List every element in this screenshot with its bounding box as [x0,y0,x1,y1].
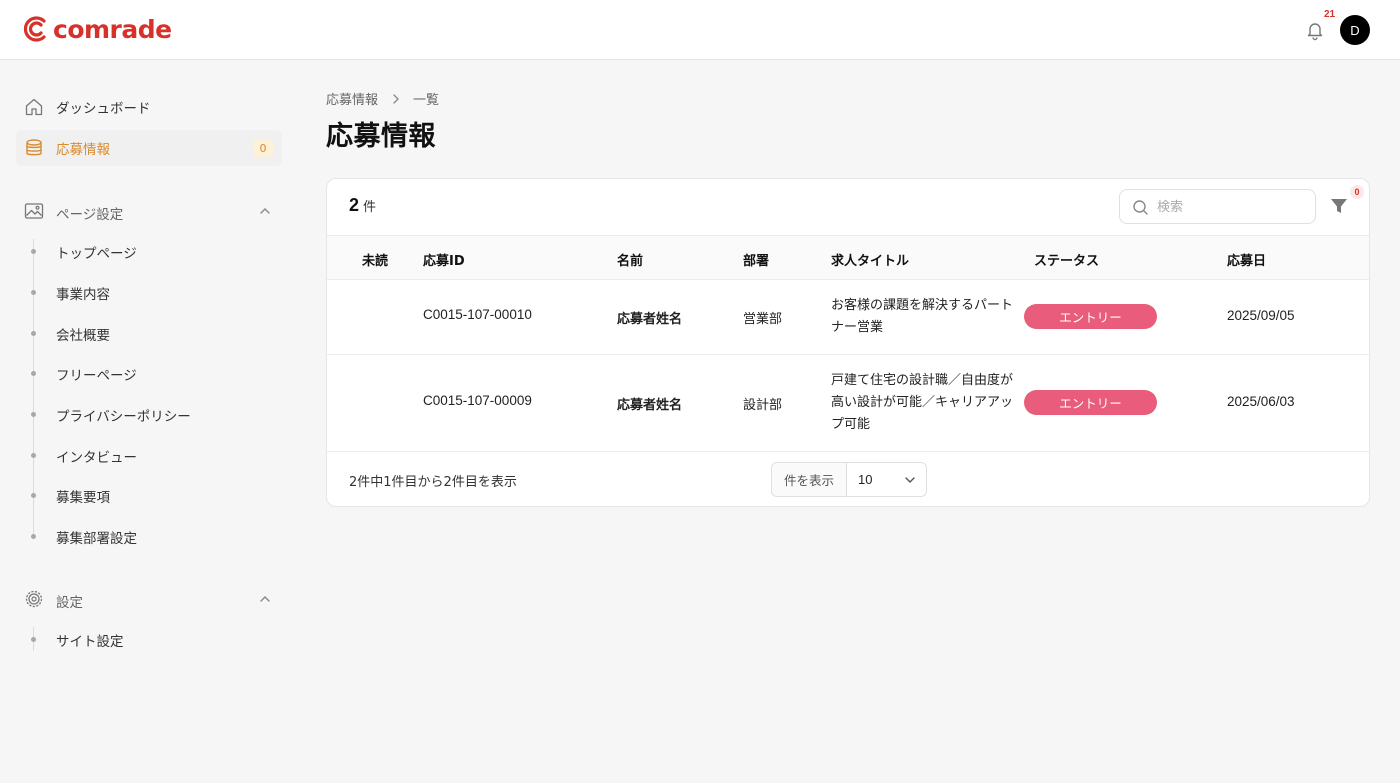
notification-count: 21 [1324,9,1336,20]
bullet-dot [31,493,36,498]
column-header-job-title[interactable]: 求人タイトル [831,250,909,269]
search-input[interactable] [1157,198,1307,216]
sidebar-subitem-recruitment[interactable]: 募集要項 [16,483,282,507]
sidebar-subitem-interview[interactable]: インタビュー [16,443,282,467]
subitem-label: インタビュー [56,450,137,466]
breadcrumb-current: 一覧 [413,93,440,108]
subitem-label: 募集要項 [56,490,110,506]
search-box[interactable] [1119,189,1316,224]
image-icon [24,203,44,219]
applicant-name: 応募者姓名 [617,398,683,413]
bullet-dot [31,331,36,336]
job-title: お客様の課題を解決するパートナー営業 [831,298,1014,335]
section-label: ページ設定 [56,207,124,223]
comrade-logo-icon [23,16,46,42]
per-page-value[interactable]: 10 [858,472,872,487]
subitem-label: トップページ [56,246,137,262]
table-header: 未読 応募ID 名前 部署 求人タイトル ステータス 応募日 [327,235,1369,280]
subitem-label: 募集部署設定 [56,531,137,547]
bullet-dot [31,534,36,539]
sidebar: ダッシュボード 応募情報 0 ページ設定 トップページ 事業内容 会社概要 フリ… [0,61,300,783]
application-date: 2025/06/03 [1227,394,1295,409]
sidebar-item-label: ダッシュボード [56,101,151,117]
gear-icon [25,590,43,608]
sidebar-subitem-business[interactable]: 事業内容 [16,280,282,304]
bullet-dot [31,637,36,642]
status-badge: エントリー [1024,390,1157,415]
count-badge: 0 [253,139,273,157]
subitem-label: サイト設定 [56,634,124,650]
column-header-name[interactable]: 名前 [617,250,643,269]
section-label: 設定 [56,595,83,611]
result-count-unit: 件 [363,200,377,215]
database-icon [26,139,42,156]
column-header-department[interactable]: 部署 [743,250,769,269]
application-id[interactable]: C0015-107-00009 [423,393,532,408]
table-row[interactable]: C0015-107-00010 応募者姓名 営業部 お客様の課題を解決するパート… [327,280,1369,355]
per-page-label: 件を表示 [772,463,847,496]
result-count: 2 件 [349,195,376,216]
sidebar-item-label: 応募情報 [56,142,110,158]
bullet-dot [31,290,36,295]
table-row[interactable]: C0015-107-00009 応募者姓名 設計部 戸建て住宅の設計職／自由度が… [327,355,1369,452]
filter-count-badge: 0 [1350,185,1364,199]
filter-icon[interactable] [1328,195,1350,217]
department: 営業部 [743,312,783,327]
chevron-down-icon[interactable] [903,473,917,487]
sidebar-subitem-company[interactable]: 会社概要 [16,321,282,345]
job-title: 戸建て住宅の設計職／自由度が高い設計が可能／キャリアアップ可能 [831,373,1014,432]
result-count-number: 2 [349,195,360,215]
application-date: 2025/09/05 [1227,308,1295,323]
pagination-summary: 2件中1件目から2件目を表示 [349,475,517,490]
sidebar-subitem-top-page[interactable]: トップページ [16,239,282,263]
breadcrumb: 応募情報 一覧 [326,89,439,108]
column-header-date[interactable]: 応募日 [1227,250,1266,269]
breadcrumb-parent[interactable]: 応募情報 [326,89,378,108]
bullet-dot [31,249,36,254]
column-header-unread[interactable]: 未読 [362,250,388,269]
column-header-id[interactable]: 応募ID [423,250,465,269]
bullet-dot [31,412,36,417]
bell-icon[interactable] [1304,19,1326,41]
sidebar-subitem-site-settings[interactable]: サイト設定 [16,627,282,651]
page-title: 応募情報 [326,121,436,152]
sidebar-subitem-privacy[interactable]: プライバシーポリシー [16,402,282,426]
search-icon [1133,200,1148,215]
bullet-dot [31,453,36,458]
avatar[interactable]: D [1340,15,1370,45]
applications-card: 2 件 0 未読 応募ID 名前 部署 求人タイトル ステータス 応募日 C00… [326,178,1370,507]
sidebar-item-applications[interactable]: 応募情報 0 [16,130,282,166]
subitem-label: フリーページ [56,368,137,384]
chevron-up-icon[interactable] [258,204,272,218]
subitem-label: 会社概要 [56,328,110,344]
sidebar-subitem-departments[interactable]: 募集部署設定 [16,524,282,548]
home-icon [25,98,43,116]
subitem-label: 事業内容 [56,287,110,303]
sidebar-item-dashboard[interactable]: ダッシュボード [16,89,282,125]
logo-text: comrade [53,14,172,44]
section-page-settings[interactable]: ページ設定 [16,196,282,226]
applicant-name: 応募者姓名 [617,312,683,327]
per-page-select[interactable]: 件を表示 10 [771,462,927,497]
bullet-dot [31,371,36,376]
status-badge: エントリー [1024,304,1157,329]
sidebar-subitem-free-page[interactable]: フリーページ [16,361,282,385]
chevron-up-icon[interactable] [258,592,272,606]
department: 設計部 [743,398,783,413]
column-header-status[interactable]: ステータス [1034,250,1099,269]
subitem-label: プライバシーポリシー [56,409,191,425]
application-id[interactable]: C0015-107-00010 [423,307,532,322]
comrade-logo[interactable]: comrade [22,13,172,45]
chevron-right-icon [393,93,399,104]
top-header: comrade 21 D [0,0,1400,60]
section-settings[interactable]: 設定 [16,584,282,614]
